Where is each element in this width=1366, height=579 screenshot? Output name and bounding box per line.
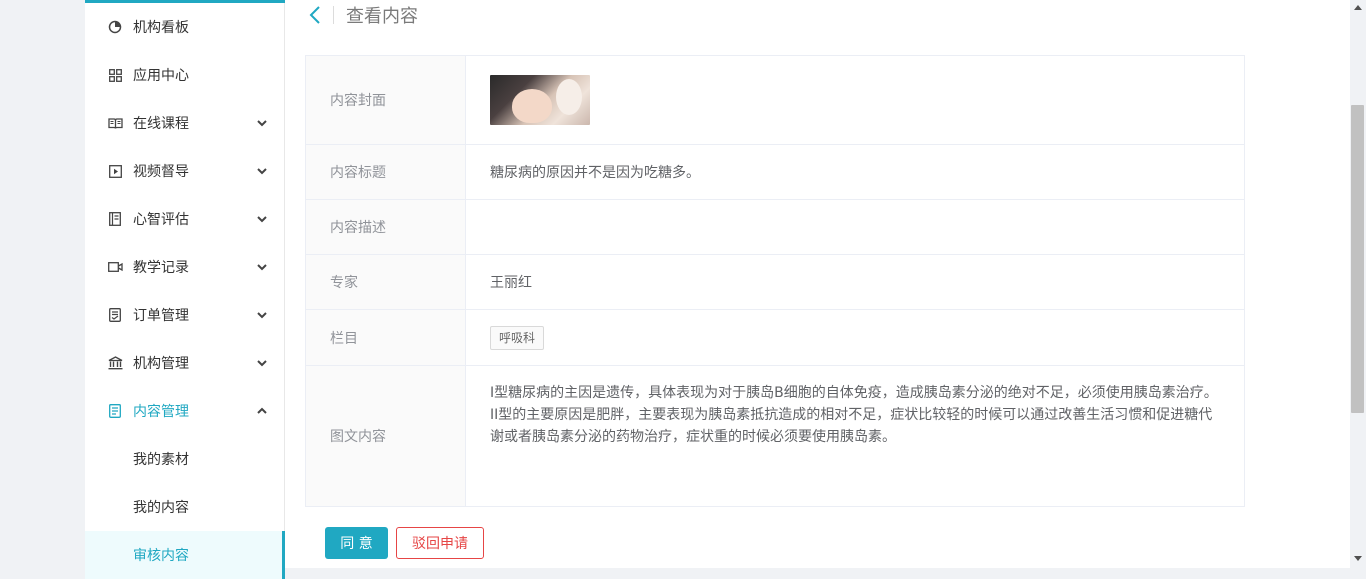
open-book-icon [107,115,123,131]
detail-value-title: 糖尿病的原因并不是因为吃糖多。 [490,165,700,181]
submenu-item-label: 我的素材 [133,452,189,468]
sidebar-item-label: 内容管理 [133,404,189,420]
detail-label: 内容描述 [306,200,466,254]
play-square-icon [107,163,123,179]
sidebar-item-label: 机构管理 [133,356,189,372]
chevron-down-icon [257,360,267,367]
order-list-icon [107,307,123,323]
detail-row-expert: 专家 王丽红 [306,255,1244,310]
video-camera-icon [107,259,123,275]
page-title: 查看内容 [346,6,418,27]
detail-row-title: 内容标题 糖尿病的原因并不是因为吃糖多。 [306,145,1244,200]
sidebar-item-content-management[interactable]: 内容管理 [85,387,284,435]
main-content: 查看内容 内容封面 内容标题 糖尿病的原因并不是因为吃糖多。 内容描述 专家 王… [285,0,1350,568]
left-gutter [0,0,85,568]
sidebar-item-label: 应用中心 [133,68,189,84]
body-line: I型糖尿病的主因是遗传，具体表现为对于胰岛B细胞的自体免疫，造成胰岛素分泌的绝对… [490,385,1218,401]
submenu-item-my-content[interactable]: 我的内容 [85,483,284,531]
detail-row-column: 栏目 呼吸科 [306,310,1244,366]
submenu-item-label: 审核内容 [133,548,189,564]
content-detail-table: 内容封面 内容标题 糖尿病的原因并不是因为吃糖多。 内容描述 专家 王丽红 栏目… [305,55,1245,507]
back-arrow-icon[interactable] [307,5,323,25]
detail-label: 专家 [306,255,466,309]
sidebar-item-order-management[interactable]: 订单管理 [85,291,284,339]
chevron-down-icon [257,216,267,223]
detail-value-body: I型糖尿病的主因是遗传，具体表现为对于胰岛B细胞的自体免疫，造成胰岛素分泌的绝对… [490,366,1244,448]
grid-icon [107,67,123,83]
body-line: 谢或者胰岛素分泌的药物治疗，症状重的时候必须要使用胰岛素。 [490,429,896,445]
detail-row-cover: 内容封面 [306,56,1244,145]
sidebar-item-online-courses[interactable]: 在线课程 [85,99,284,147]
detail-label: 内容封面 [306,56,466,144]
scrollbar-thumb[interactable] [1351,105,1364,413]
reject-button[interactable]: 驳回申请 [396,527,484,559]
detail-row-description: 内容描述 [306,200,1244,255]
scroll-down-icon[interactable] [1354,556,1362,561]
sidebar-item-teaching-records[interactable]: 教学记录 [85,243,284,291]
chevron-down-icon [257,312,267,319]
sidebar-item-institution-management[interactable]: 机构管理 [85,339,284,387]
chevron-down-icon [257,120,267,127]
body-line: II型的主要原因是肥胖，主要表现为胰岛素抵抗造成的相对不足，症状比较轻的时候可以… [490,407,1213,423]
sidebar-item-app-center[interactable]: 应用中心 [85,51,284,99]
page-header: 查看内容 [307,0,418,30]
sidebar-item-label: 在线课程 [133,116,189,132]
submenu-item-label: 我的内容 [133,500,189,516]
sidebar-item-mind-assessment[interactable]: 心智评估 [85,195,284,243]
cover-image[interactable] [490,75,590,125]
sidebar-item-video-supervision[interactable]: 视频督导 [85,147,284,195]
submenu-item-review-content[interactable]: 审核内容 [85,531,285,579]
chevron-up-icon [257,407,267,414]
document-icon [107,403,123,419]
submenu-item-my-materials[interactable]: 我的素材 [85,435,284,483]
pie-chart-icon [107,19,123,35]
detail-label: 图文内容 [306,366,466,506]
detail-label: 内容标题 [306,145,466,199]
sidebar: 机构看板 应用中心 在线课程 视频督导 心智评估 教学记录 订单管理 机构管理 … [85,0,285,579]
sidebar-item-label: 机构看板 [133,20,189,36]
chevron-down-icon [257,264,267,271]
sidebar-item-dashboard[interactable]: 机构看板 [85,3,284,51]
column-tag: 呼吸科 [490,325,545,350]
detail-value-expert: 王丽红 [490,275,532,291]
sidebar-item-label: 教学记录 [133,260,189,276]
detail-label: 栏目 [306,310,466,365]
detail-row-body: 图文内容 I型糖尿病的主因是遗传，具体表现为对于胰岛B细胞的自体免疫，造成胰岛素… [306,366,1244,506]
header-divider [333,6,334,24]
scroll-up-icon[interactable] [1354,5,1362,10]
sidebar-item-label: 订单管理 [133,308,189,324]
sidebar-item-label: 视频督导 [133,164,189,180]
bank-icon [107,355,123,371]
notebook-icon [107,211,123,227]
action-bar: 同 意 驳回申请 [325,527,484,559]
sidebar-item-label: 心智评估 [133,212,189,228]
agree-button[interactable]: 同 意 [325,527,388,559]
detail-value-description [466,200,1244,254]
chevron-down-icon [257,168,267,175]
